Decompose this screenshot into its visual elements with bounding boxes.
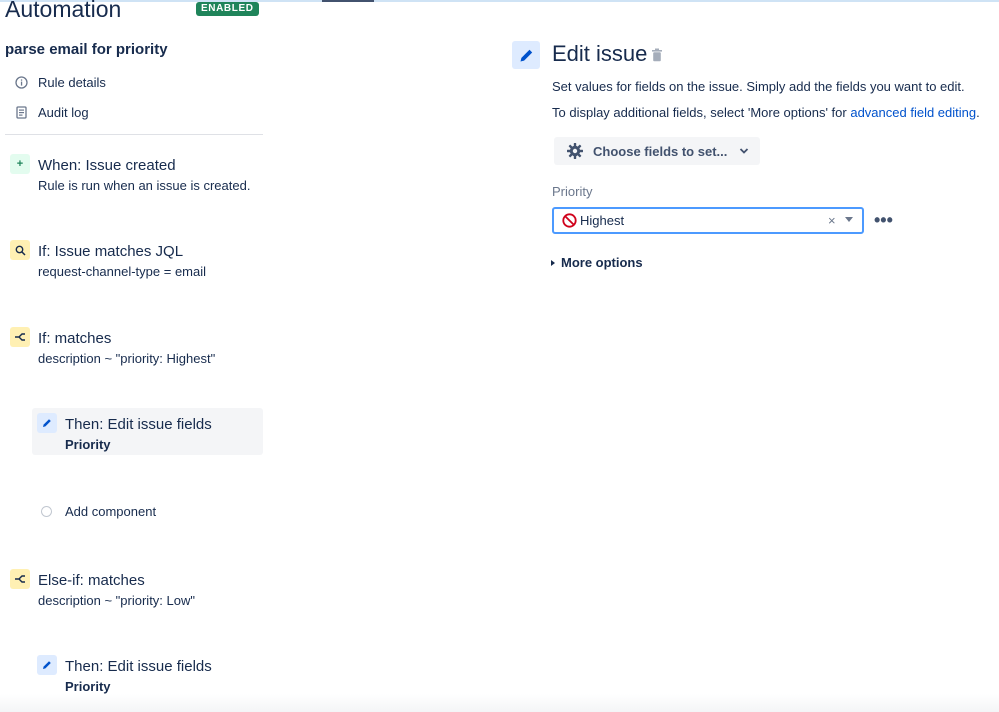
document-icon xyxy=(14,105,28,119)
page-title: Automation xyxy=(5,0,122,22)
more-options-toggle[interactable]: More options xyxy=(551,255,643,270)
component-subtitle: description ~ "priority: Highest" xyxy=(38,351,216,366)
nav-audit-log[interactable]: Audit log xyxy=(14,102,89,122)
top-progress-segment xyxy=(322,0,374,2)
trash-icon[interactable] xyxy=(651,48,663,62)
add-component-label: Add component xyxy=(65,503,157,519)
editor-description-2: To display additional fields, select 'Mo… xyxy=(552,105,980,120)
gear-icon xyxy=(566,142,584,160)
rule-name: parse email for priority xyxy=(5,41,168,58)
pencil-icon xyxy=(37,655,57,675)
priority-field-label: Priority xyxy=(552,184,593,199)
chevron-right-icon xyxy=(551,259,555,266)
component-subtitle: Rule is run when an issue is created. xyxy=(38,178,251,193)
add-component-button[interactable]: Add component xyxy=(41,502,156,520)
component-jql-condition[interactable]: If: Issue matches JQL request-channel-ty… xyxy=(0,240,263,284)
component-subtitle: request-channel-type = email xyxy=(38,264,207,279)
nav-rule-details-label: Rule details xyxy=(38,74,106,90)
nav-rule-details[interactable]: Rule details xyxy=(14,72,106,92)
component-title: Then: Edit issue fields xyxy=(65,658,212,675)
choose-fields-label: Choose fields to set... xyxy=(593,143,728,159)
pencil-icon xyxy=(37,413,57,433)
plus-icon: + xyxy=(10,154,30,174)
component-subtitle: Priority xyxy=(65,679,111,694)
chevron-down-icon[interactable] xyxy=(845,217,853,222)
advanced-field-editing-link[interactable]: advanced field editing xyxy=(850,105,976,120)
branch-icon xyxy=(10,327,30,347)
component-if-matches[interactable]: If: matches description ~ "priority: Hig… xyxy=(0,327,263,371)
more-options-label: More options xyxy=(561,255,643,270)
component-trigger[interactable]: + When: Issue created Rule is run when a… xyxy=(0,154,263,198)
component-subtitle: Priority xyxy=(65,437,111,452)
blocker-icon xyxy=(562,213,577,228)
add-component-dot-icon xyxy=(41,505,52,517)
component-then-edit-1[interactable]: Then: Edit issue fields Priority xyxy=(32,413,263,457)
search-icon xyxy=(10,240,30,260)
component-title: If: matches xyxy=(38,330,112,347)
component-then-edit-2[interactable]: Then: Edit issue fields Priority xyxy=(32,655,263,699)
priority-select[interactable]: Highest × xyxy=(552,207,864,234)
component-title: Then: Edit issue fields xyxy=(65,416,212,433)
bottom-fade xyxy=(0,694,999,712)
priority-select-value: Highest xyxy=(580,213,625,228)
component-else-if-matches[interactable]: Else-if: matches description ~ "priority… xyxy=(0,569,263,613)
component-title: When: Issue created xyxy=(38,157,176,174)
component-subtitle: description ~ "priority: Low" xyxy=(38,593,195,608)
sidebar-divider xyxy=(5,134,263,135)
chevron-down-icon xyxy=(739,148,749,154)
more-actions-button[interactable]: ••• xyxy=(874,210,893,231)
editor-description: Set values for fields on the issue. Simp… xyxy=(552,79,965,94)
clear-icon[interactable]: × xyxy=(828,213,836,228)
editor-description-2-suffix: . xyxy=(976,105,980,120)
choose-fields-button[interactable]: Choose fields to set... xyxy=(554,137,760,165)
pencil-icon xyxy=(512,41,540,69)
component-title: Else-if: matches xyxy=(38,572,145,589)
component-title: If: Issue matches JQL xyxy=(38,243,184,260)
rule-sidebar: Automation ENABLED parse email for prior… xyxy=(0,0,270,712)
editor-title: Edit issue xyxy=(552,41,648,66)
nav-audit-log-label: Audit log xyxy=(38,104,89,120)
status-badge: ENABLED xyxy=(196,2,259,16)
editor-description-2-text: To display additional fields, select 'Mo… xyxy=(552,105,851,120)
info-icon xyxy=(14,75,28,89)
branch-icon xyxy=(10,569,30,589)
